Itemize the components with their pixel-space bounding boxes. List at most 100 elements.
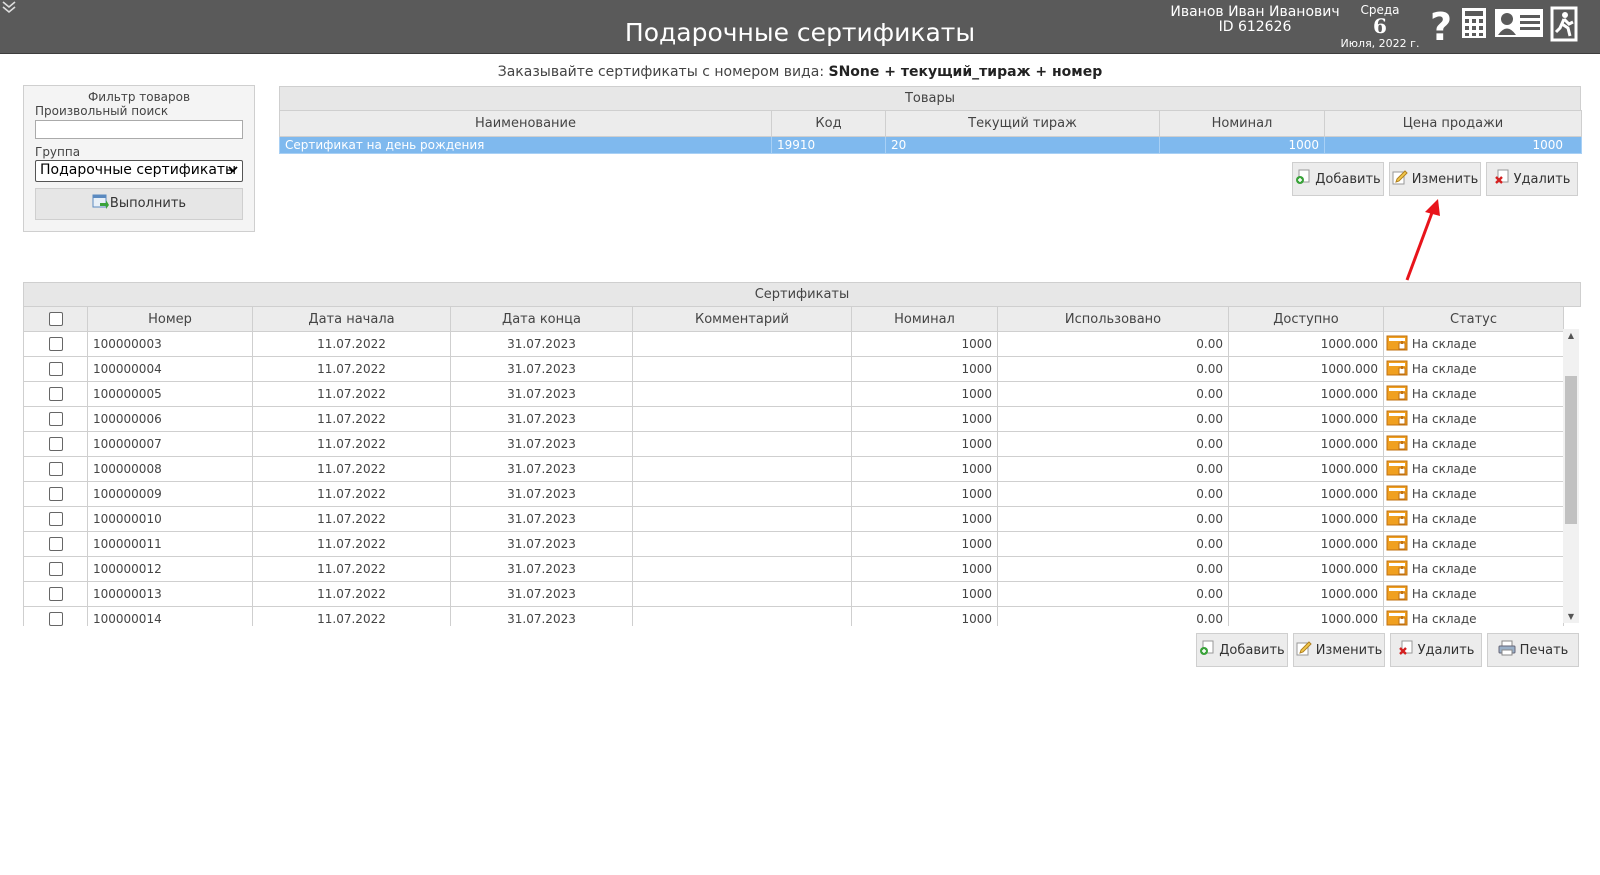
warehouse-status-icon [1386, 535, 1408, 554]
cert-start-date: 11.07.2022 [252, 481, 451, 507]
certificate-row[interactable]: 100000003 11.07.2022 31.07.2023 1000 0.00 100… [23, 331, 1564, 357]
cert-nominal: 1000 [851, 406, 998, 432]
certificate-row[interactable]: 100000014 11.07.2022 31.07.2023 1000 0.00 100… [23, 606, 1564, 626]
row-select-cell [23, 406, 88, 432]
select-all-checkbox[interactable] [48, 312, 63, 326]
cert-end-date: 31.07.2023 [450, 381, 633, 407]
cert-end-date: 31.07.2023 [450, 481, 633, 507]
row-checkbox[interactable] [48, 412, 63, 427]
row-checkbox[interactable] [48, 537, 63, 552]
cert-available: 1000.000 [1228, 531, 1384, 557]
col-nominal[interactable]: Номинал [1159, 110, 1325, 137]
row-checkbox[interactable] [48, 587, 63, 602]
certificate-row[interactable]: 100000006 11.07.2022 31.07.2023 1000 0.00 100… [23, 406, 1564, 432]
row-checkbox[interactable] [48, 462, 63, 477]
id-card-icon[interactable] [1494, 6, 1544, 42]
scroll-down-icon[interactable]: ▼ [1563, 612, 1579, 621]
add-icon [1199, 640, 1215, 660]
cert-end-date: 31.07.2023 [450, 506, 633, 532]
cert-status: На складе [1411, 361, 1477, 376]
cert-used: 0.00 [997, 331, 1229, 357]
cert-start-date: 11.07.2022 [252, 531, 451, 557]
cert-status-cell: На складе [1383, 356, 1564, 382]
col-status[interactable]: Статус [1383, 306, 1564, 332]
help-icon[interactable]: ? [1428, 6, 1454, 44]
product-delete-button[interactable]: Удалить [1486, 162, 1578, 196]
col-code[interactable]: Код [771, 110, 886, 137]
col-end-date[interactable]: Дата конца [450, 306, 633, 332]
cert-add-button[interactable]: Добавить [1196, 633, 1288, 667]
cert-available: 1000.000 [1228, 556, 1384, 582]
col-price[interactable]: Цена продажи [1324, 110, 1582, 137]
row-checkbox[interactable] [48, 337, 63, 352]
certificates-scrollbar[interactable]: ▲ ▼ [1563, 329, 1579, 623]
row-checkbox[interactable] [48, 512, 63, 527]
certificate-row[interactable]: 100000009 11.07.2022 31.07.2023 1000 0.00 100… [23, 481, 1564, 507]
row-checkbox[interactable] [48, 562, 63, 577]
row-select-cell [23, 356, 88, 382]
cert-number: 100000012 [87, 556, 253, 582]
col-comment[interactable]: Комментарий [632, 306, 852, 332]
run-icon [92, 194, 110, 214]
cert-used: 0.00 [997, 406, 1229, 432]
certificate-row[interactable]: 100000008 11.07.2022 31.07.2023 1000 0.00 100… [23, 456, 1564, 482]
number-format-hint: Заказывайте сертификаты с номером вида: … [0, 64, 1600, 80]
certificate-row[interactable]: 100000011 11.07.2022 31.07.2023 1000 0.00 100… [23, 531, 1564, 557]
warehouse-status-icon [1386, 460, 1408, 479]
row-checkbox[interactable] [48, 437, 63, 452]
cert-used: 0.00 [997, 456, 1229, 482]
cert-edit-button[interactable]: Изменить [1293, 633, 1385, 667]
cert-status: На складе [1411, 561, 1477, 576]
search-label: Произвольный поиск [35, 104, 169, 118]
product-edit-button[interactable]: Изменить [1389, 162, 1481, 196]
certificates-viewport: Номер Дата начала Дата конца Комментарий… [23, 306, 1581, 626]
warehouse-status-icon [1386, 385, 1408, 404]
col-cert-nominal[interactable]: Номинал [851, 306, 998, 332]
product-row-selected[interactable]: Сертификат на день рождения 19910 20 100… [279, 136, 1582, 154]
product-add-button[interactable]: Добавить [1292, 162, 1384, 196]
row-checkbox[interactable] [48, 612, 63, 626]
col-number[interactable]: Номер [87, 306, 253, 332]
certificate-row[interactable]: 100000010 11.07.2022 31.07.2023 1000 0.00 100… [23, 506, 1564, 532]
collapse-chevron-icon[interactable] [2, 0, 16, 17]
row-checkbox[interactable] [48, 362, 63, 377]
certificate-row[interactable]: 100000004 11.07.2022 31.07.2023 1000 0.00 100… [23, 356, 1564, 382]
col-available[interactable]: Доступно [1228, 306, 1384, 332]
certificate-row[interactable]: 100000005 11.07.2022 31.07.2023 1000 0.00 100… [23, 381, 1564, 407]
certificate-row[interactable]: 100000007 11.07.2022 31.07.2023 1000 0.00 100… [23, 431, 1564, 457]
cert-print-button[interactable]: Печать [1487, 633, 1579, 667]
cert-delete-button[interactable]: Удалить [1390, 633, 1482, 667]
cert-status-cell: На складе [1383, 606, 1564, 626]
product-filter-panel: Фильтр товаров Произвольный поиск Группа… [23, 85, 255, 232]
col-start-date[interactable]: Дата начала [252, 306, 451, 332]
calculator-icon[interactable] [1461, 6, 1487, 42]
cert-comment [632, 606, 852, 626]
cert-status-cell: На складе [1383, 506, 1564, 532]
exit-icon[interactable] [1550, 6, 1578, 42]
cert-status: На складе [1411, 386, 1477, 401]
cert-used: 0.00 [997, 381, 1229, 407]
group-label: Группа [35, 144, 81, 159]
warehouse-status-icon [1386, 510, 1408, 529]
cert-nominal: 1000 [851, 331, 998, 357]
certificate-row[interactable]: 100000012 11.07.2022 31.07.2023 1000 0.00 100… [23, 556, 1564, 582]
cert-used: 0.00 [997, 481, 1229, 507]
printer-icon [1498, 640, 1516, 660]
scroll-up-icon[interactable]: ▲ [1563, 331, 1579, 340]
product-batch: 20 [885, 136, 1160, 154]
cert-delete-label: Удалить [1417, 642, 1475, 658]
cert-comment [632, 481, 852, 507]
col-used[interactable]: Использовано [997, 306, 1229, 332]
run-button[interactable]: Выполнить [35, 187, 243, 220]
col-name[interactable]: Наименование [279, 110, 772, 137]
search-input[interactable] [35, 119, 243, 139]
cert-start-date: 11.07.2022 [252, 381, 451, 407]
group-select[interactable]: Подарочные сертификаты [35, 159, 243, 182]
col-batch[interactable]: Текущий тираж [885, 110, 1160, 137]
certificate-row[interactable]: 100000013 11.07.2022 31.07.2023 1000 0.00 100… [23, 581, 1564, 607]
cert-status: На складе [1411, 586, 1477, 601]
row-checkbox[interactable] [48, 387, 63, 402]
row-checkbox[interactable] [48, 487, 63, 502]
scrollbar-thumb[interactable] [1565, 376, 1577, 524]
warehouse-status-icon [1386, 435, 1408, 454]
